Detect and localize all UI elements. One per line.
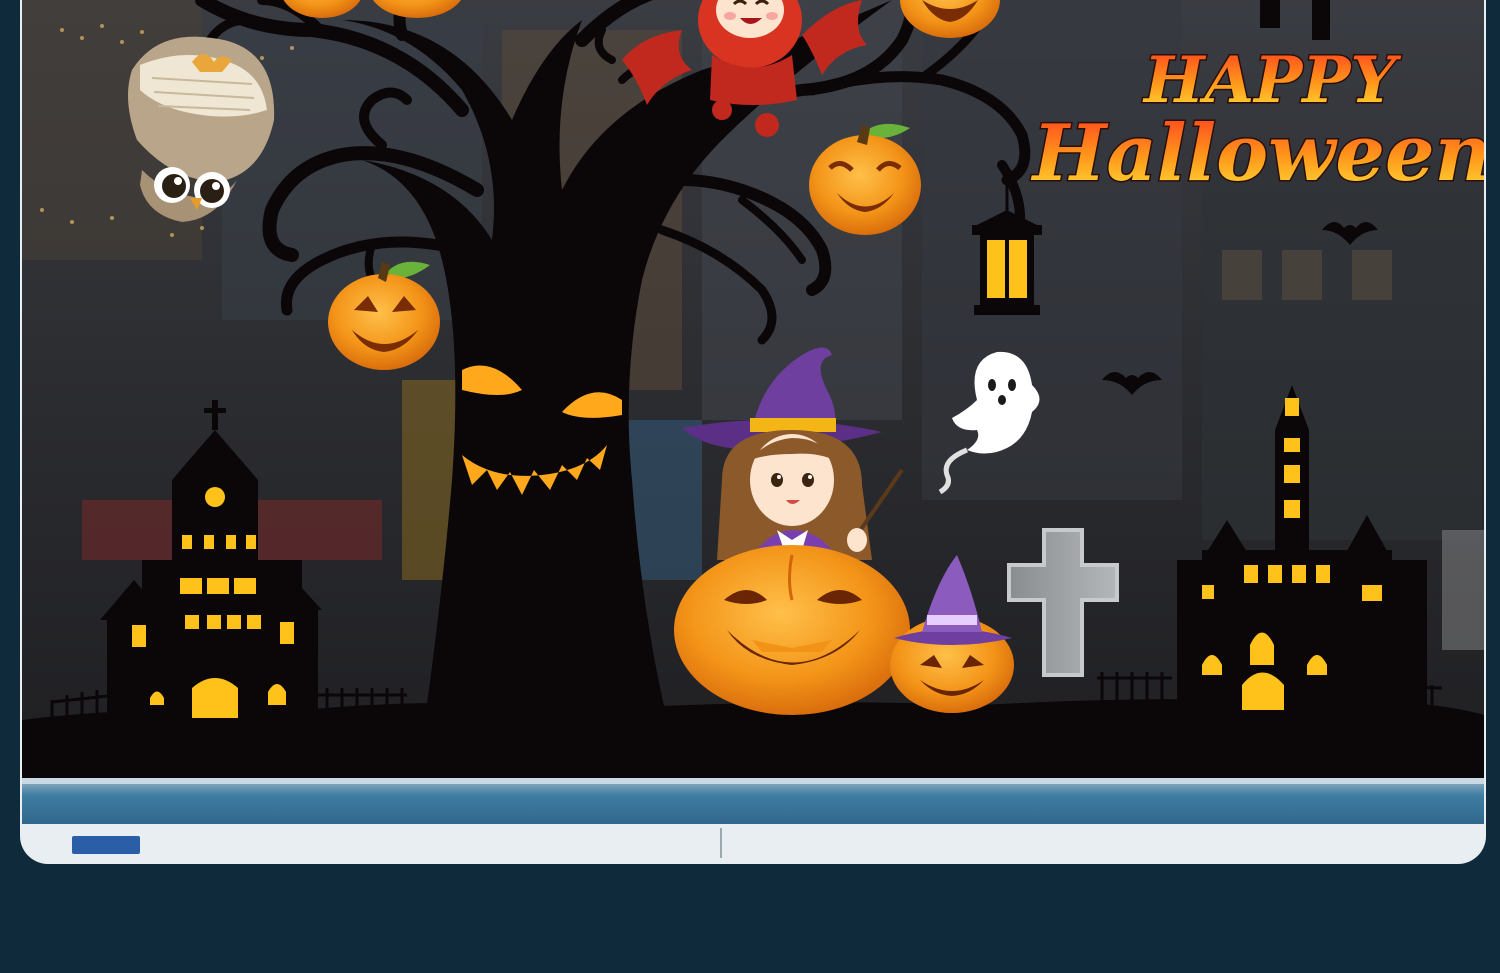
big-jack-o-lantern <box>674 545 910 715</box>
title-line1: HAPPY <box>1142 43 1401 118</box>
halloween-window-scene: HAPPY Halloween <box>22 0 1484 862</box>
window-sill <box>22 778 1484 862</box>
photo-frame: HAPPY Halloween <box>22 0 1484 862</box>
title-line2: Halloween <box>1031 108 1484 199</box>
